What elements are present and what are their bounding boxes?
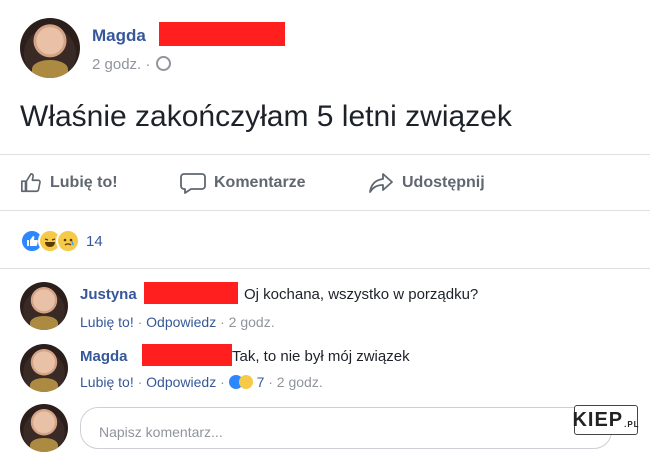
- divider: [0, 268, 650, 269]
- globe-icon: [156, 56, 172, 71]
- comment-input-placeholder: Napisz komentarz...: [99, 424, 223, 440]
- comment-author-redaction: [142, 344, 232, 366]
- comment-body: Justyna Oj kochana, wszystko w porządku?: [80, 286, 478, 303]
- comment-actions: Lubię to! · Odpowiedz · 7 · 2 godz.: [80, 374, 323, 390]
- share-icon: [369, 173, 393, 193]
- separator: ·: [216, 374, 229, 390]
- comment-avatar[interactable]: [20, 344, 68, 392]
- share-button[interactable]: Udostępnij: [368, 172, 485, 194]
- like-button[interactable]: Lubię to!: [20, 172, 118, 194]
- comment-input[interactable]: Napisz komentarz...: [80, 407, 612, 449]
- share-button-label: Udostępnij: [402, 174, 485, 191]
- comment-icon: [180, 173, 206, 194]
- comment-avatar[interactable]: [20, 282, 68, 330]
- separator: ·: [133, 374, 147, 390]
- sad-reaction-icon: [56, 229, 80, 253]
- comment-text: Tak, to nie był mój związek: [232, 348, 410, 365]
- comment-button[interactable]: Komentarze: [180, 172, 306, 194]
- comment-body: Magda Tak, to nie był mój związek: [80, 348, 410, 365]
- like-button-label: Lubię to!: [50, 174, 118, 191]
- comment-reply-link[interactable]: Odpowiedz: [146, 314, 216, 330]
- comment-reply-link[interactable]: Odpowiedz: [146, 374, 216, 390]
- post-time[interactable]: 2 godz. ·: [92, 56, 150, 73]
- watermark-suffix: .PL: [624, 420, 640, 429]
- comment-time[interactable]: · 2 godz.: [216, 314, 275, 330]
- post-author-redaction: [159, 22, 285, 46]
- watermark-logo: KIEP .PL: [572, 405, 640, 435]
- reaction-count[interactable]: 14: [86, 233, 103, 250]
- divider: [0, 154, 650, 155]
- comment-like-link[interactable]: Lubię to!: [80, 374, 134, 390]
- comment-author[interactable]: Magda: [80, 348, 128, 365]
- post-author-avatar[interactable]: [20, 18, 80, 78]
- reactions-summary[interactable]: 14: [20, 229, 103, 253]
- comment-author[interactable]: Justyna: [80, 286, 137, 303]
- comment-time[interactable]: · 2 godz.: [264, 374, 323, 390]
- comment-text: Oj kochana, wszystko w porządku?: [244, 286, 479, 303]
- comment-button-label: Komentarze: [214, 174, 306, 191]
- composer-avatar: [20, 404, 68, 452]
- comment-author-redaction: [144, 282, 238, 304]
- post-author-name[interactable]: Magda: [92, 26, 146, 46]
- comment-like-link[interactable]: Lubię to!: [80, 314, 134, 330]
- post-timestamp[interactable]: 2 godz. ·: [92, 56, 172, 73]
- divider: [0, 210, 650, 211]
- comment-actions: Lubię to! · Odpowiedz · 2 godz.: [80, 314, 275, 330]
- thumbs-up-icon: [21, 173, 41, 193]
- post-text: Właśnie zakończyłam 5 letni związek: [20, 100, 512, 133]
- separator: ·: [133, 314, 147, 330]
- watermark-text: KIEP: [572, 408, 624, 431]
- haha-reaction-icon: [238, 375, 253, 389]
